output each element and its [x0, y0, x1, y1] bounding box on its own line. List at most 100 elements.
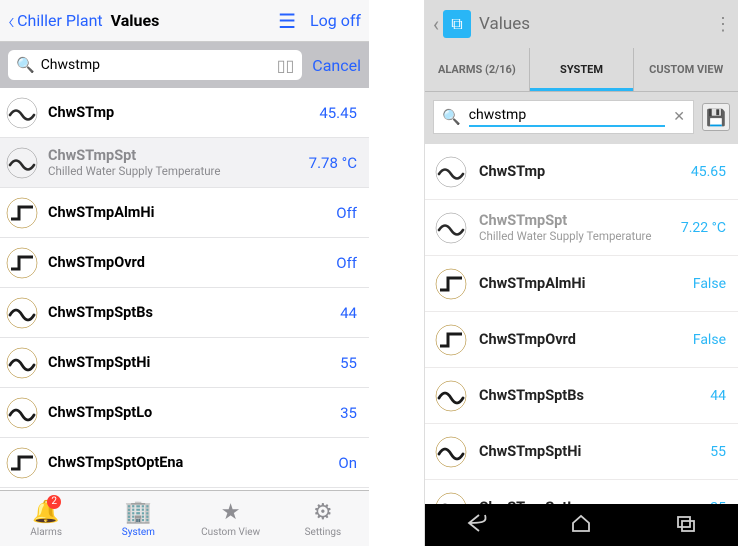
- point-type-icon: [6, 297, 38, 329]
- list-item[interactable]: ChwSTmpSptChilled Water Supply Temperatu…: [0, 138, 369, 188]
- overflow-menu-icon[interactable]: ⋮: [714, 14, 730, 35]
- list-item[interactable]: ChwSTmpAlmHi False: [425, 256, 738, 312]
- tab-label: Custom View: [201, 527, 260, 538]
- list-item[interactable]: ChwSTmpOvrdFalse: [425, 312, 738, 368]
- tab-settings[interactable]: ⚙ Settings: [277, 491, 369, 546]
- save-icon[interactable]: 💾: [702, 103, 730, 131]
- list-item[interactable]: ChwSTmp45.65: [425, 144, 738, 200]
- tab-custom-view[interactable]: CUSTOM VIEW: [633, 48, 738, 91]
- item-text: ChwSTmp: [48, 104, 309, 121]
- search-icon: 🔍: [442, 108, 461, 126]
- item-name: ChwSTmp: [479, 163, 679, 180]
- back-softkey[interactable]: [465, 513, 489, 537]
- list-item[interactable]: ChwSTmpAlmHi Off: [0, 188, 369, 238]
- item-value: 44: [340, 304, 357, 322]
- list-item[interactable]: ChwSTmpOvrd Off: [0, 238, 369, 288]
- search-field-wrap: 🔍 ▯▯: [8, 50, 302, 80]
- item-name: ChwSTmpSptOptEna: [48, 454, 328, 471]
- chevron-left-icon[interactable]: ‹: [433, 12, 439, 36]
- item-text: ChwSTmpSptChilled Water Supply Temperatu…: [479, 212, 669, 243]
- clear-icon[interactable]: ✕: [673, 109, 685, 125]
- recents-softkey[interactable]: [674, 513, 698, 537]
- point-type-icon: [435, 268, 467, 300]
- item-value: 55: [340, 354, 357, 372]
- android-screen: ‹ ⧉ Values ⋮ ALARMS (2/16) SYSTEM CUSTOM…: [424, 0, 738, 546]
- tab-label: Alarms: [30, 527, 62, 538]
- item-name: ChwSTmpSpt: [479, 212, 669, 229]
- item-value: Off: [336, 254, 357, 272]
- search-icon: 🔍: [16, 56, 35, 74]
- item-value: 44: [710, 388, 726, 404]
- ios-navbar: ‹ Chiller Plant Values ☰ Log off: [0, 0, 369, 42]
- search-input[interactable]: [469, 107, 666, 127]
- point-type-icon: [435, 492, 467, 505]
- android-screen-wrap: ‹ ⧉ Values ⋮ ALARMS (2/16) SYSTEM CUSTOM…: [369, 0, 738, 546]
- point-type-icon: [6, 197, 38, 229]
- value-list: ChwSTmp45.65 ChwSTmpSptChilled Water Supp…: [425, 144, 738, 504]
- item-name: ChwSTmpSptHi: [479, 443, 698, 460]
- item-value: Off: [336, 204, 357, 222]
- point-type-icon: [6, 147, 38, 179]
- item-text: ChwSTmpOvrd: [48, 254, 326, 271]
- tab-alarms[interactable]: ALARMS (2/16): [425, 48, 529, 91]
- item-value: 7.78 °C: [309, 154, 357, 172]
- star-icon: ★: [221, 500, 241, 525]
- list-item[interactable]: ChwSTmpSptHi 55: [0, 338, 369, 388]
- item-value: 55: [710, 444, 726, 460]
- tab-system[interactable]: 🏢 System: [92, 491, 184, 546]
- point-type-icon: [6, 247, 38, 279]
- point-type-icon: [6, 97, 38, 129]
- back-button[interactable]: ‹ Chiller Plant: [8, 9, 103, 33]
- list-item[interactable]: ChwSTmpSptLo35: [0, 388, 369, 438]
- item-name: ChwSTmpOvrd: [479, 331, 681, 348]
- item-value: 7.22 °C: [681, 220, 726, 236]
- item-name: ChwSTmpAlmHi: [48, 204, 326, 221]
- item-value: False: [693, 276, 726, 292]
- point-type-icon: [435, 212, 467, 244]
- item-name: ChwSTmp: [48, 104, 309, 121]
- item-text: ChwSTmpSptChilled Water Supply Temperatu…: [48, 147, 299, 178]
- home-softkey[interactable]: [569, 513, 593, 537]
- list-icon[interactable]: ☰: [278, 9, 296, 33]
- list-item[interactable]: ChwSTmpSptHi 55: [425, 424, 738, 480]
- list-item[interactable]: ChwSTmpSptChilled Water Supply Temperatu…: [425, 200, 738, 256]
- list-item[interactable]: ChwSTmpSptLo35: [425, 480, 738, 504]
- value-list: ChwSTmp45.45 ChwSTmpSptChilled Water Supp…: [0, 88, 369, 490]
- tab-custom-view[interactable]: ★ Custom View: [185, 491, 277, 546]
- android-tabstrip: ALARMS (2/16) SYSTEM CUSTOM VIEW: [425, 48, 738, 92]
- android-navbar: [425, 504, 738, 546]
- item-text: ChwSTmpSptHi: [48, 354, 330, 371]
- list-item[interactable]: ChwSTmpSptBs 44: [425, 368, 738, 424]
- item-name: ChwSTmpAlmHi: [479, 275, 681, 292]
- point-type-icon: [435, 380, 467, 412]
- item-text: ChwSTmpAlmHi: [479, 275, 681, 292]
- item-name: ChwSTmpSptHi: [48, 354, 330, 371]
- bookmark-icon[interactable]: ▯▯: [277, 56, 295, 75]
- point-type-icon: [435, 156, 467, 188]
- item-name: ChwSTmpSptLo: [48, 404, 330, 421]
- item-text: ChwSTmpSptBs: [479, 387, 698, 404]
- item-sub: Chilled Water Supply Temperature: [479, 229, 669, 243]
- gear-icon: ⚙: [313, 500, 333, 525]
- point-type-icon: [435, 436, 467, 468]
- cancel-button[interactable]: Cancel: [312, 56, 361, 75]
- point-type-icon: [435, 324, 467, 356]
- search-field-wrap: 🔍 ✕: [433, 100, 694, 134]
- page-title: Values: [111, 11, 160, 30]
- tab-system[interactable]: SYSTEM: [529, 48, 634, 91]
- tab-label: Settings: [305, 527, 342, 538]
- point-type-icon: [6, 347, 38, 379]
- logoff-button[interactable]: Log off: [310, 11, 361, 30]
- list-item[interactable]: ChwSTmp45.45: [0, 88, 369, 138]
- item-text: ChwSTmpSptHi: [479, 443, 698, 460]
- item-name: ChwSTmpSpt: [48, 147, 299, 164]
- back-label: Chiller Plant: [17, 11, 103, 30]
- item-name: ChwSTmpSptBs: [48, 304, 330, 321]
- list-item[interactable]: ChwSTmpSptBs 44: [0, 288, 369, 338]
- tab-alarms[interactable]: 🔔 2 Alarms: [0, 491, 92, 546]
- search-input[interactable]: [41, 57, 271, 73]
- tab-bar: 🔔 2 Alarms 🏢 System ★ Custom View ⚙ Sett…: [0, 490, 369, 546]
- list-item[interactable]: ChwSTmpSptOptEnaOn: [0, 438, 369, 488]
- app-logo-icon[interactable]: ⧉: [443, 10, 471, 38]
- building-icon: 🏢: [125, 500, 152, 525]
